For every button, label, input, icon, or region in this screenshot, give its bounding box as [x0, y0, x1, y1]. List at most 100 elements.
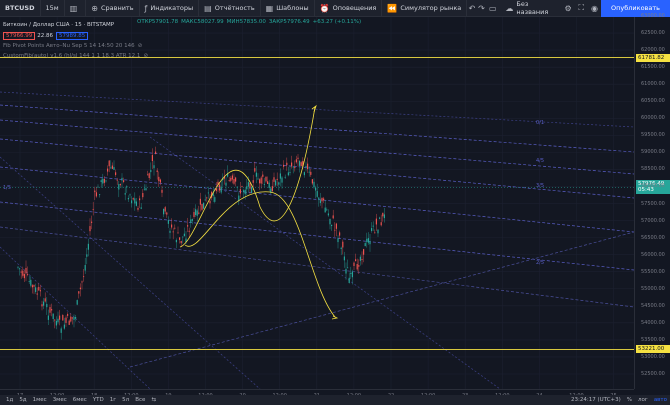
price-tick: 55000.00	[641, 285, 665, 292]
candle-body	[38, 286, 40, 291]
candle-body	[252, 180, 254, 183]
alerts-button[interactable]: ⏰ Оповещения	[315, 0, 383, 17]
ask-pill[interactable]: 57989.85	[56, 32, 89, 40]
candle-body	[23, 274, 25, 279]
indicator-2-label: CustomFib(auto) v1.6 (hl/sl 144 1 1 18.3…	[3, 53, 141, 59]
alerts-label: Оповещения	[332, 4, 377, 12]
candle-body	[351, 271, 353, 278]
price-tick: 59500.00	[641, 132, 665, 139]
candle-body	[297, 157, 299, 159]
candle-body	[123, 180, 125, 182]
candle-body	[367, 238, 369, 243]
chart-type-button[interactable]: ▥	[65, 0, 87, 17]
candle-body	[300, 162, 302, 167]
screenshot-button[interactable]: ◉	[588, 0, 601, 17]
candle-body	[355, 259, 357, 262]
log-toggle[interactable]: лог	[635, 397, 651, 403]
redo-button[interactable]: ↷	[477, 0, 486, 17]
candle-body	[63, 324, 65, 329]
candle-body	[383, 214, 385, 219]
fx-icon: ƒ	[144, 3, 148, 13]
candle-body	[214, 197, 216, 202]
symbol-search[interactable]: BTCUSD	[0, 0, 41, 17]
candle-body	[311, 179, 313, 184]
fib-label: 1/5	[3, 185, 11, 191]
hide-icon[interactable]: ⊘	[138, 43, 143, 49]
range-button[interactable]: 1мес	[30, 397, 50, 403]
market-sim-button[interactable]: ⏪ Симулятор рынка	[382, 0, 468, 17]
candle-body	[95, 192, 97, 197]
range-button[interactable]: 1г	[107, 397, 119, 403]
candle-body	[105, 180, 107, 182]
legend-title-row: Биткоин / Доллар США · 15 · BITSTAMP	[3, 20, 148, 30]
candle-body	[326, 209, 328, 211]
candle-body	[287, 172, 289, 176]
indicator-row-2[interactable]: CustomFib(auto) v1.6 (hl/sl 144 1 1 18.3…	[3, 51, 148, 61]
candle-body	[247, 182, 249, 187]
range-button[interactable]: 3мес	[50, 397, 70, 403]
candle-body	[363, 249, 365, 255]
indicators-button[interactable]: ƒ Индикаторы	[140, 0, 200, 17]
candle-body	[292, 166, 294, 168]
fullscreen-button[interactable]: ⛶	[575, 0, 588, 17]
range-button[interactable]: Все	[132, 397, 148, 403]
range-button[interactable]: 1д	[3, 397, 16, 403]
candle-body	[22, 270, 24, 276]
candle-body	[92, 208, 94, 210]
candle-body	[284, 176, 286, 178]
financials-button[interactable]: ▤ Отчётность	[199, 0, 261, 17]
candle-body	[73, 316, 75, 320]
layout-button[interactable]: ▭	[486, 0, 499, 17]
hide-icon[interactable]: ⊘	[143, 53, 148, 59]
candle-body	[140, 207, 142, 209]
candle-body	[215, 188, 217, 191]
candle-body	[319, 200, 321, 203]
indicator-row-1[interactable]: Fib Pivot Points Авто–Nu Sep 5 14 14:50 …	[3, 41, 148, 51]
undo-button[interactable]: ↶	[467, 0, 476, 17]
cloud-icon: ☁	[505, 3, 514, 13]
price-tick: 62500.00	[641, 30, 665, 37]
compare-button[interactable]: ⊕ Сравнить	[86, 0, 140, 17]
candle-body	[137, 207, 139, 210]
date-range-icon[interactable]: ⇆	[148, 397, 159, 403]
candle-body	[25, 267, 27, 274]
candle-body	[203, 202, 205, 209]
candle-body	[183, 233, 185, 237]
price-axis[interactable]: 61781.82 57976.49 05:43 53221.00 63000.0…	[634, 13, 670, 389]
candle-body	[257, 178, 259, 180]
rewind-icon: ⏪	[387, 3, 398, 13]
candle-body	[190, 219, 192, 223]
candle-body	[220, 186, 222, 193]
percent-toggle[interactable]: %	[624, 397, 635, 403]
market-sim-label: Симулятор рынка	[400, 4, 462, 12]
range-button[interactable]: 6мес	[70, 397, 90, 403]
upper-level-label: 61781.82	[636, 53, 670, 62]
candle-body	[316, 191, 318, 197]
candle-body	[89, 226, 91, 232]
bid-pill[interactable]: 57966.99	[3, 32, 36, 40]
candle-body	[143, 188, 145, 190]
range-button[interactable]: 5д	[16, 397, 29, 403]
price-tick: 58000.00	[641, 183, 665, 190]
settings-button[interactable]: ⚙	[561, 0, 574, 17]
compare-label: Сравнить	[100, 4, 134, 12]
candle-body	[193, 212, 195, 217]
candle-body	[62, 314, 64, 321]
interval-button[interactable]: 15м	[41, 0, 65, 17]
auto-toggle[interactable]: авто	[651, 397, 670, 403]
candle-body	[131, 200, 133, 204]
fib-label: 4/5	[536, 158, 544, 164]
templates-button[interactable]: ▦ Шаблоны	[261, 0, 315, 17]
candle-body	[375, 218, 377, 225]
candle-body	[151, 155, 153, 162]
candle-body	[84, 265, 86, 271]
candle-body	[164, 207, 166, 212]
range-button[interactable]: YTD	[90, 397, 107, 403]
candle-body	[209, 200, 211, 204]
range-button[interactable]: 5л	[119, 397, 132, 403]
layout-name-button[interactable]: ☁ Без названия	[499, 0, 561, 17]
candle-body	[198, 212, 200, 214]
candle-body	[254, 168, 256, 172]
price-chart[interactable]: 0/1 4/5 3/5 2/5 1/5	[0, 17, 634, 389]
clock[interactable]: 23:24:17 (UTC+3)	[568, 397, 624, 403]
